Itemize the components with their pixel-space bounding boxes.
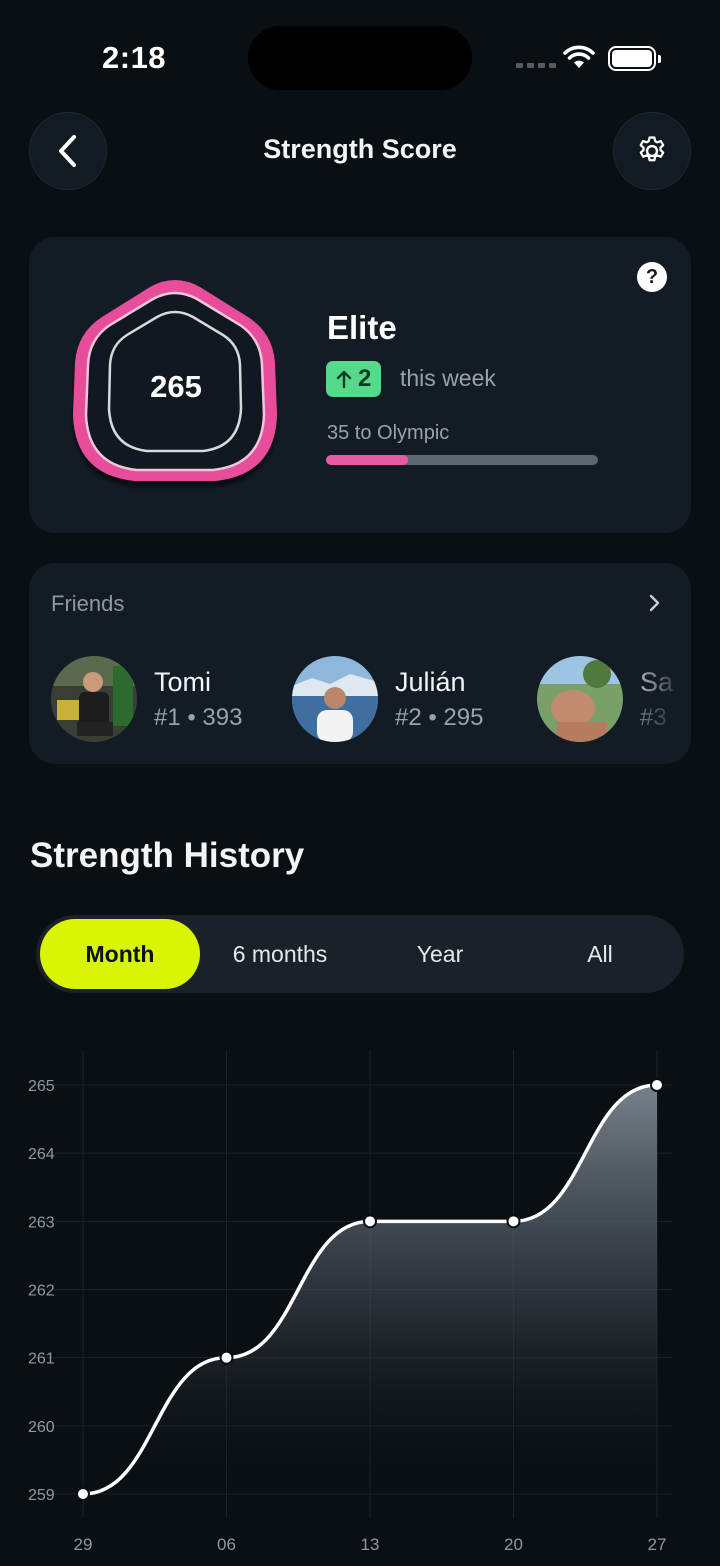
arrow-up-icon [336, 370, 352, 389]
help-icon[interactable]: ? [637, 262, 667, 292]
data-point[interactable] [506, 1214, 521, 1229]
battery-icon [608, 46, 661, 71]
gear-icon [639, 136, 665, 162]
friend-item[interactable]: Tomi #1 • 393 [51, 656, 242, 742]
data-point[interactable] [650, 1078, 664, 1092]
tier-progress-bar [326, 455, 598, 465]
tab-6-months[interactable]: 6 months [200, 919, 360, 989]
friends-title: Friends [51, 591, 125, 616]
y-tick-label: 263 [28, 1214, 55, 1231]
tab-month[interactable]: Month [40, 919, 200, 989]
friend-avatar [292, 656, 378, 742]
data-point[interactable] [219, 1350, 234, 1365]
tier-label: Elite [327, 309, 397, 346]
next-tier-label: 35 to Olympic [327, 422, 450, 444]
y-tick-label: 264 [28, 1146, 55, 1163]
data-point[interactable] [363, 1214, 377, 1229]
wifi-icon [563, 45, 595, 68]
tier-progress-fill [326, 455, 408, 465]
friend-avatar [537, 656, 623, 742]
friend-name: Julián [395, 666, 466, 697]
friend-rank: #1 • 393 [154, 703, 243, 731]
page-title: Strength Score [263, 134, 457, 164]
friend-rank: #2 • 295 [395, 703, 484, 731]
settings-button[interactable] [613, 112, 691, 190]
weekly-change-value: 2 [358, 365, 372, 392]
y-tick-label: 261 [28, 1351, 55, 1368]
chevron-right-icon[interactable] [647, 593, 661, 613]
strength-score-value: 265 [150, 369, 202, 404]
tab-all[interactable]: All [520, 919, 680, 989]
strength-score-card[interactable]: ? 265 Elite 2 this week 35 to Olympic [29, 237, 691, 533]
y-tick-label: 259 [28, 1487, 55, 1504]
friend-avatar [51, 656, 137, 742]
time-range-selector: Month 6 months Year All [36, 915, 684, 993]
strength-history-chart: 265 264 263 262 261 260 259 29 06 13 20 27 [28, 1050, 672, 1554]
x-tick-label: 06 [217, 1535, 236, 1554]
cellular-signal-icon [516, 63, 556, 68]
friend-name: Tomi [154, 666, 212, 697]
y-tick-label: 260 [28, 1419, 55, 1436]
y-tick-label: 265 [28, 1078, 55, 1095]
status-time: 2:18 [102, 40, 167, 75]
y-tick-label: 262 [28, 1283, 55, 1300]
weekly-change-label: this week [400, 365, 496, 391]
friends-card[interactable]: Friends Tomi #1 • 393 Julián #2 • 295 [29, 563, 691, 764]
x-tick-label: 20 [504, 1535, 523, 1554]
scroll-fade [621, 643, 691, 763]
weekly-change-badge: 2 [326, 361, 382, 397]
dynamic-island [248, 26, 472, 90]
section-title: Strength History [30, 836, 305, 875]
x-tick-label: 29 [74, 1535, 93, 1554]
friend-item[interactable]: Julián #2 • 295 [292, 656, 483, 742]
x-tick-label: 13 [361, 1535, 380, 1554]
data-point[interactable] [76, 1487, 90, 1501]
tab-year[interactable]: Year [360, 919, 520, 989]
x-tick-label: 27 [648, 1535, 667, 1554]
